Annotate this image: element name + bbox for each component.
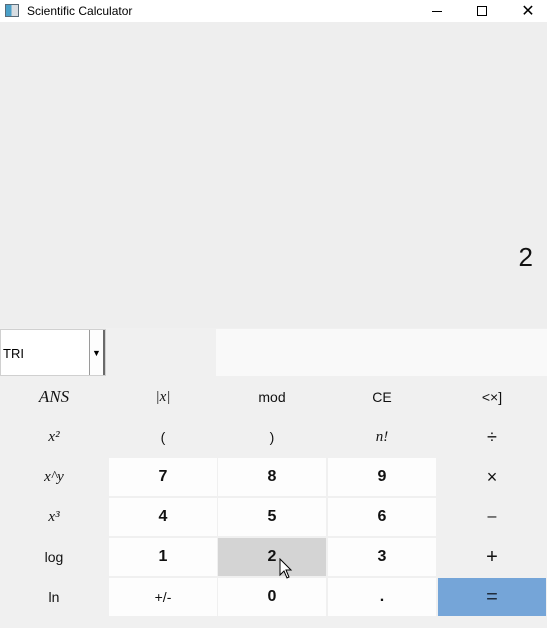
minimize-icon	[432, 10, 442, 12]
mode-row-panel	[216, 329, 547, 376]
divide-button[interactable]: ÷	[438, 418, 546, 456]
digit-9-button[interactable]: 9	[328, 458, 436, 496]
square-button[interactable]: x²	[0, 418, 108, 456]
digit-1-button[interactable]: 1	[109, 538, 217, 576]
clear-entry-button[interactable]: CE	[328, 378, 436, 416]
equals-button[interactable]: =	[438, 578, 546, 616]
mod-button[interactable]: mod	[218, 378, 326, 416]
calculator-display: 2	[0, 22, 547, 328]
ln-button[interactable]: ln	[0, 578, 108, 616]
close-paren-button[interactable]: )	[218, 418, 326, 456]
abs-button[interactable]: |x|	[109, 378, 217, 416]
chevron-down-icon[interactable]: ▼	[89, 330, 105, 375]
multiply-button[interactable]: ×	[438, 458, 546, 496]
digit-8-button[interactable]: 8	[218, 458, 326, 496]
mode-row-spacer	[106, 329, 216, 376]
digit-4-button[interactable]: 4	[109, 498, 217, 536]
close-button[interactable]: ✕	[505, 0, 547, 22]
add-button[interactable]: +	[438, 538, 546, 576]
subtract-button[interactable]: –	[438, 498, 546, 536]
negate-button[interactable]: +/-	[109, 578, 217, 616]
window-title: Scientific Calculator	[27, 4, 133, 18]
backspace-button[interactable]: <×]	[438, 378, 546, 416]
mode-selected-value: TRI	[3, 346, 24, 361]
log-button[interactable]: log	[0, 538, 108, 576]
maximize-icon	[477, 6, 487, 16]
minimize-button[interactable]	[414, 0, 460, 22]
maximize-button[interactable]	[459, 0, 505, 22]
power-button[interactable]: x^y	[0, 458, 108, 496]
display-value: 2	[518, 242, 533, 272]
digit-6-button[interactable]: 6	[328, 498, 436, 536]
decimal-button[interactable]: .	[328, 578, 436, 616]
mode-dropdown[interactable]: TRI ▼	[0, 329, 106, 376]
cube-button[interactable]: x³	[0, 498, 108, 536]
factorial-button[interactable]: n!	[328, 418, 436, 456]
digit-0-button[interactable]: 0	[218, 578, 326, 616]
digit-5-button[interactable]: 5	[218, 498, 326, 536]
close-icon: ✕	[521, 1, 535, 20]
digit-2-button[interactable]: 2	[218, 538, 326, 576]
calculator-app-icon	[5, 4, 19, 17]
open-paren-button[interactable]: (	[109, 418, 217, 456]
digit-7-button[interactable]: 7	[109, 458, 217, 496]
mouse-cursor-icon	[279, 558, 293, 579]
digit-3-button[interactable]: 3	[328, 538, 436, 576]
title-bar: Scientific Calculator ✕	[0, 0, 547, 22]
ans-button[interactable]: ANS	[0, 378, 108, 416]
